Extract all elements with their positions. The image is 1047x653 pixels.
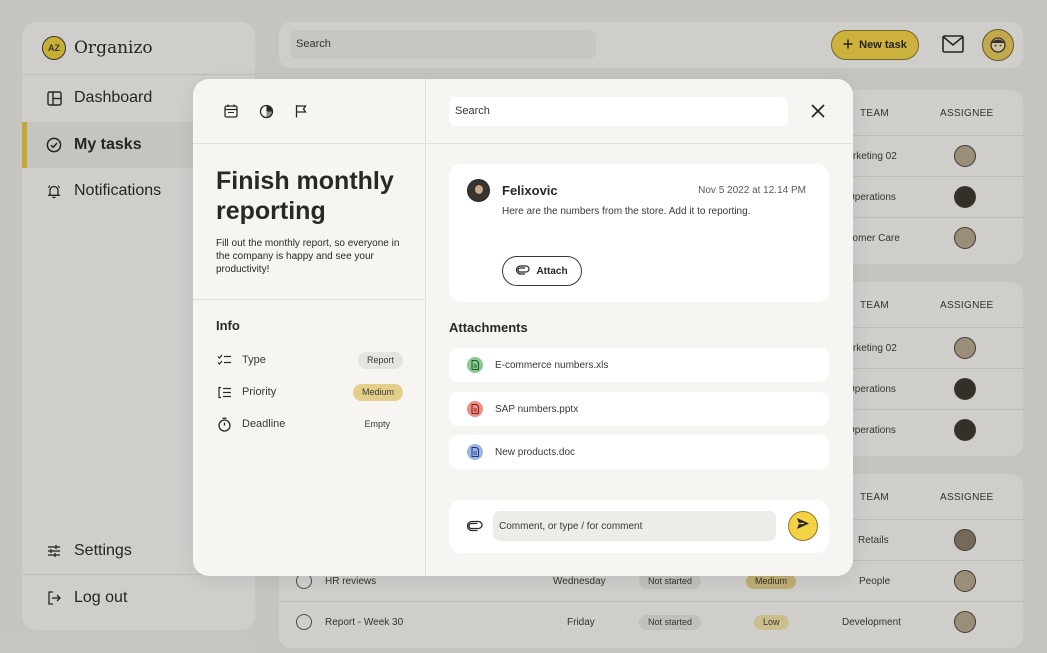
close-icon[interactable] — [810, 103, 826, 119]
checklist-icon — [216, 352, 232, 368]
priority-list-icon — [216, 384, 232, 400]
comment-input[interactable]: Comment, or type / for comment — [493, 511, 776, 541]
paperclip-icon — [516, 264, 530, 278]
comment-text: Here are the numbers from the store. Add… — [502, 206, 751, 217]
modal-search-input[interactable]: Search — [449, 97, 788, 126]
progress-icon[interactable] — [258, 103, 274, 119]
stopwatch-icon — [216, 416, 232, 432]
task-toolbar — [223, 103, 309, 119]
deadline-value[interactable]: Empty — [355, 416, 403, 433]
attach-label: Attach — [536, 265, 568, 277]
info-row-type[interactable]: Type Report — [216, 351, 403, 369]
divider — [193, 143, 425, 144]
divider — [193, 299, 425, 300]
type-badge[interactable]: Report — [357, 351, 403, 369]
file-name: E-commerce numbers.xls — [495, 359, 609, 371]
priority-badge[interactable]: Medium — [352, 383, 403, 401]
info-heading: Info — [216, 318, 240, 333]
attach-button[interactable]: Attach — [502, 256, 582, 286]
flag-icon[interactable] — [293, 103, 309, 119]
attachments-heading: Attachments — [449, 320, 528, 335]
comment-card: Felixovic Nov 5 2022 at 12.14 PM Here ar… — [449, 164, 829, 302]
task-detail-modal: Finish monthly reporting Fill out the mo… — [193, 79, 853, 576]
task-title: Finish monthly reporting — [216, 167, 394, 225]
attachment-item[interactable]: E-commerce numbers.xls — [449, 348, 829, 382]
info-label: Deadline — [242, 418, 286, 430]
info-row-deadline[interactable]: Deadline Empty — [216, 415, 403, 433]
commenter-avatar — [467, 179, 490, 202]
file-name: New products.doc — [495, 446, 576, 458]
calendar-icon[interactable] — [223, 103, 239, 119]
attachment-item[interactable]: New products.doc — [449, 435, 829, 469]
comment-timestamp: Nov 5 2022 at 12.14 PM — [698, 185, 806, 196]
comment-author: Felixovic — [502, 183, 558, 198]
divider — [427, 143, 853, 144]
file-name: SAP numbers.pptx — [495, 403, 579, 415]
task-detail-panel: Finish monthly reporting Fill out the mo… — [193, 79, 426, 576]
attachment-item[interactable]: SAP numbers.pptx — [449, 392, 829, 426]
comment-composer: Comment, or type / for comment — [449, 500, 829, 553]
document-file-icon — [467, 444, 483, 460]
presentation-file-icon — [467, 401, 483, 417]
paperclip-icon[interactable] — [466, 519, 483, 535]
send-icon — [796, 517, 810, 535]
comments-panel: Search Felixovic Nov 5 2022 at 12.14 PM … — [427, 79, 853, 576]
info-row-priority[interactable]: Priority Medium — [216, 383, 403, 401]
task-description: Fill out the monthly report, so everyone… — [216, 238, 400, 275]
info-label: Priority — [242, 386, 277, 398]
spreadsheet-file-icon — [467, 357, 483, 373]
send-button[interactable] — [788, 511, 818, 541]
info-label: Type — [242, 354, 266, 366]
